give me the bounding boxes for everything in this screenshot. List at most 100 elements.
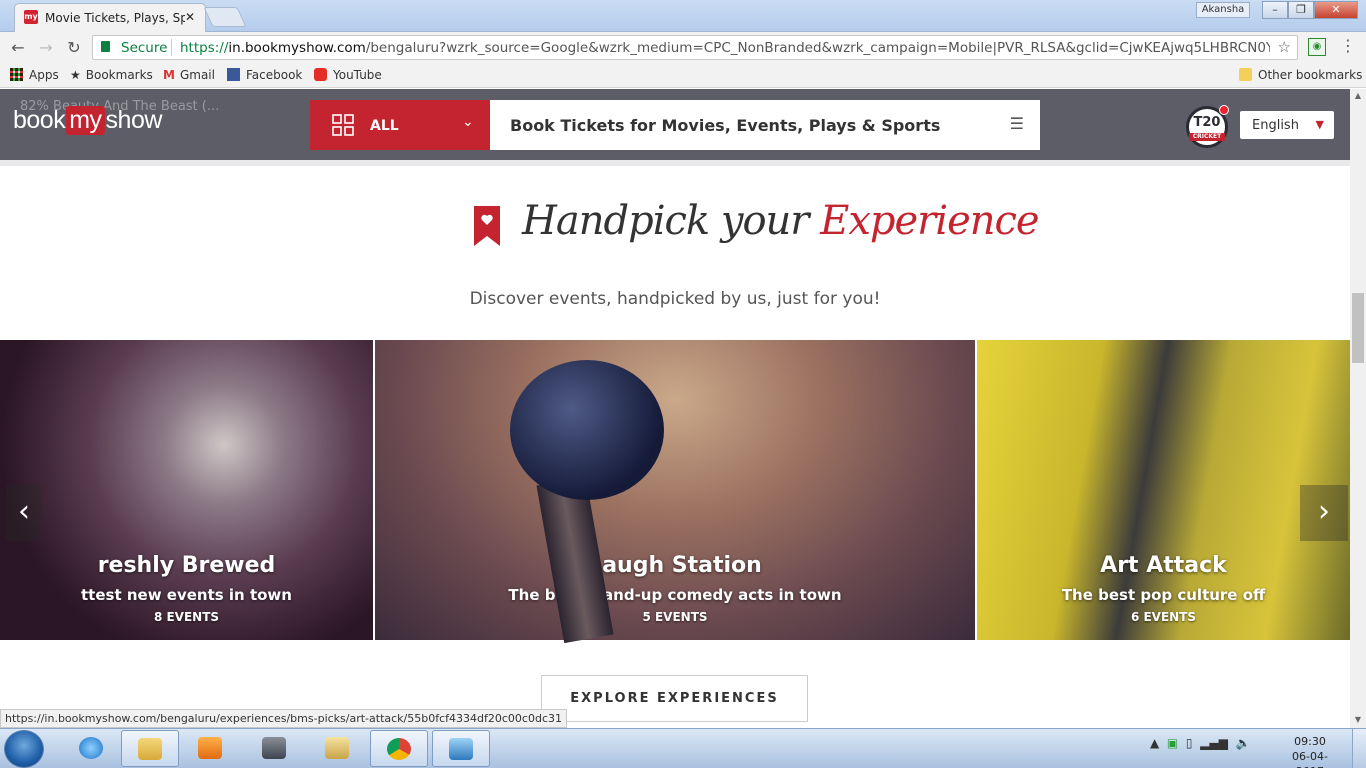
other-bookmarks-label: Other bookmarks xyxy=(1258,68,1363,82)
card-title: Art Attack xyxy=(1100,553,1227,578)
taskbar-file-explorer[interactable] xyxy=(121,730,179,767)
notification-dot-icon xyxy=(1219,105,1229,115)
secure-label: Secure xyxy=(121,40,168,56)
tab-close-icon[interactable]: ✕ xyxy=(185,10,195,24)
bookmark-label: Bookmarks xyxy=(85,68,153,82)
url-text: https://in.bookmyshow.com/bengaluru?wzrk… xyxy=(180,40,1270,56)
reload-icon[interactable]: ↻ xyxy=(64,38,84,57)
facebook-icon xyxy=(227,68,240,81)
taskbar-internet-explorer[interactable] xyxy=(62,730,120,767)
lock-icon xyxy=(101,41,110,52)
card-event-count: 5 EVENTS xyxy=(642,610,708,624)
chrome-icon xyxy=(387,738,411,760)
apps-grid-icon xyxy=(10,68,23,81)
bookmark-youtube[interactable]: YouTube xyxy=(314,68,382,82)
bookmark-gmail[interactable]: M Gmail xyxy=(163,68,215,82)
category-label: ALL xyxy=(370,118,399,134)
section-heading: Handpick your Experience xyxy=(522,198,1040,244)
system-tray[interactable]: ▲ ▣ ▯ ▂▄▆ 🔈 xyxy=(1150,736,1250,750)
logo-show: show xyxy=(105,106,163,134)
browser-tab[interactable]: my Movie Tickets, Plays, Spo ✕ xyxy=(14,3,206,32)
url-scheme: https:// xyxy=(180,40,229,56)
section-subtitle: Discover events, handpicked by us, just … xyxy=(469,289,881,309)
clock-date: 06-04-2017 xyxy=(1292,750,1328,768)
heading-part2: Experience xyxy=(820,198,1039,244)
card-subtitle: ttest new events in town xyxy=(81,586,292,604)
taskbar-window-app[interactable] xyxy=(308,730,366,767)
carousel-prev-chevron-icon[interactable]: ‹ xyxy=(6,485,42,541)
chevron-down-icon: ⌄ xyxy=(462,114,474,130)
bookmarks-bar: Apps ★ Bookmarks M Gmail Facebook YouTube … xyxy=(0,63,1366,88)
bookmark-ribbon-icon xyxy=(474,206,500,246)
omnibox-divider xyxy=(171,39,172,56)
show-desktop-button[interactable] xyxy=(1352,729,1366,768)
grid-icon xyxy=(332,114,354,136)
card-subtitle: The best pop culture off xyxy=(1061,586,1266,604)
start-button[interactable] xyxy=(4,730,44,768)
logo-my: my xyxy=(66,106,105,135)
search-bar[interactable]: Book Tickets for Movies, Events, Plays &… xyxy=(490,100,1040,150)
youtube-icon xyxy=(314,68,327,81)
extension-icon[interactable]: ◉ xyxy=(1308,38,1326,56)
taskbar-chrome[interactable] xyxy=(370,730,428,767)
bookmark-star-icon[interactable]: ☆ xyxy=(1278,38,1291,56)
bookmark-apps[interactable]: Apps xyxy=(10,68,59,82)
search-prompt: Book Tickets for Movies, Events, Plays &… xyxy=(510,116,941,135)
experience-card-art-attack[interactable]: Art Attack The best pop culture off 6 EV… xyxy=(977,340,1350,640)
header-shadow xyxy=(0,160,1350,166)
language-select[interactable]: English ▼ xyxy=(1240,111,1334,139)
taskbar-laptop-app[interactable] xyxy=(245,730,303,767)
microphone-image xyxy=(510,360,664,500)
t20-cricket-badge[interactable]: T20 CRICKET xyxy=(1186,105,1229,148)
page-scrollbar[interactable] xyxy=(1350,89,1366,728)
scroll-down-arrow-icon[interactable]: ▼ xyxy=(1350,715,1366,724)
tray-expand-icon[interactable]: ▲ xyxy=(1150,736,1159,750)
minimize-button[interactable]: – xyxy=(1262,1,1288,19)
browser-menu-icon[interactable]: ⋮ xyxy=(1340,36,1356,55)
category-dropdown[interactable]: ALL ⌄ xyxy=(310,100,490,150)
volume-icon[interactable]: 🔈 xyxy=(1235,736,1250,750)
media-player-icon xyxy=(198,737,222,759)
bookmyshow-favicon-icon: my xyxy=(24,10,38,24)
battery-icon[interactable]: ▯ xyxy=(1186,736,1193,750)
star-icon: ★ xyxy=(70,68,81,82)
bookmark-label: Facebook xyxy=(246,68,303,82)
back-arrow-icon[interactable]: ← xyxy=(8,38,28,57)
bookmark-bookmarks[interactable]: ★ Bookmarks xyxy=(70,68,153,82)
list-icon[interactable]: ☰ xyxy=(1010,114,1024,133)
taskbar-clock[interactable]: 09:30 06-04-2017 xyxy=(1280,734,1340,768)
bookmark-facebook[interactable]: Facebook xyxy=(227,68,302,82)
bookmyshow-logo[interactable]: book my show xyxy=(13,106,162,135)
other-bookmarks[interactable]: Other bookmarks xyxy=(1239,68,1362,82)
taskbar-media-player[interactable] xyxy=(181,730,239,767)
network-icon[interactable]: ▣ xyxy=(1167,736,1178,750)
window-app-icon xyxy=(325,737,349,759)
taskbar-photo-viewer[interactable] xyxy=(432,730,490,767)
heading-part1: Handpick your xyxy=(522,198,809,244)
bookmark-label: Apps xyxy=(29,68,59,82)
t20-sub-label: CRICKET xyxy=(1189,133,1225,141)
card-event-count: 8 EVENTS xyxy=(153,610,220,624)
laptop-icon xyxy=(262,737,286,759)
url-omnibox[interactable]: Secure https://in.bookmyshow.com/bengalu… xyxy=(92,35,1298,60)
maximize-button[interactable]: ❐ xyxy=(1288,1,1314,19)
experience-card-laugh-station[interactable]: Laugh Station The best stand-up comedy a… xyxy=(375,340,975,640)
language-value: English xyxy=(1252,118,1299,133)
carousel-next-chevron-icon[interactable]: › xyxy=(1300,485,1348,541)
window-close-button[interactable]: ✕ xyxy=(1314,1,1358,19)
signal-icon[interactable]: ▂▄▆ xyxy=(1200,736,1228,750)
scroll-up-arrow-icon[interactable]: ▲ xyxy=(1350,91,1366,100)
chevron-down-icon: ▼ xyxy=(1315,118,1324,131)
card-title: reshly Brewed xyxy=(97,553,276,578)
scrollbar-thumb[interactable] xyxy=(1352,293,1364,363)
tab-title: Movie Tickets, Plays, Spo xyxy=(45,11,185,25)
logo-book: book xyxy=(13,106,66,134)
experience-card-freshly-brewed[interactable]: reshly Brewed ttest new events in town 8… xyxy=(0,340,373,640)
profile-user-button[interactable]: Akansha xyxy=(1196,2,1250,18)
explore-experiences-button[interactable]: EXPLORE EXPERIENCES xyxy=(541,675,808,722)
folder-icon xyxy=(1239,68,1252,81)
t20-label: T20 xyxy=(1193,115,1221,130)
clock-time: 09:30 xyxy=(1294,735,1326,748)
card-subtitle: The best stand-up comedy acts in town xyxy=(508,586,842,604)
forward-arrow-icon[interactable]: → xyxy=(36,38,56,57)
